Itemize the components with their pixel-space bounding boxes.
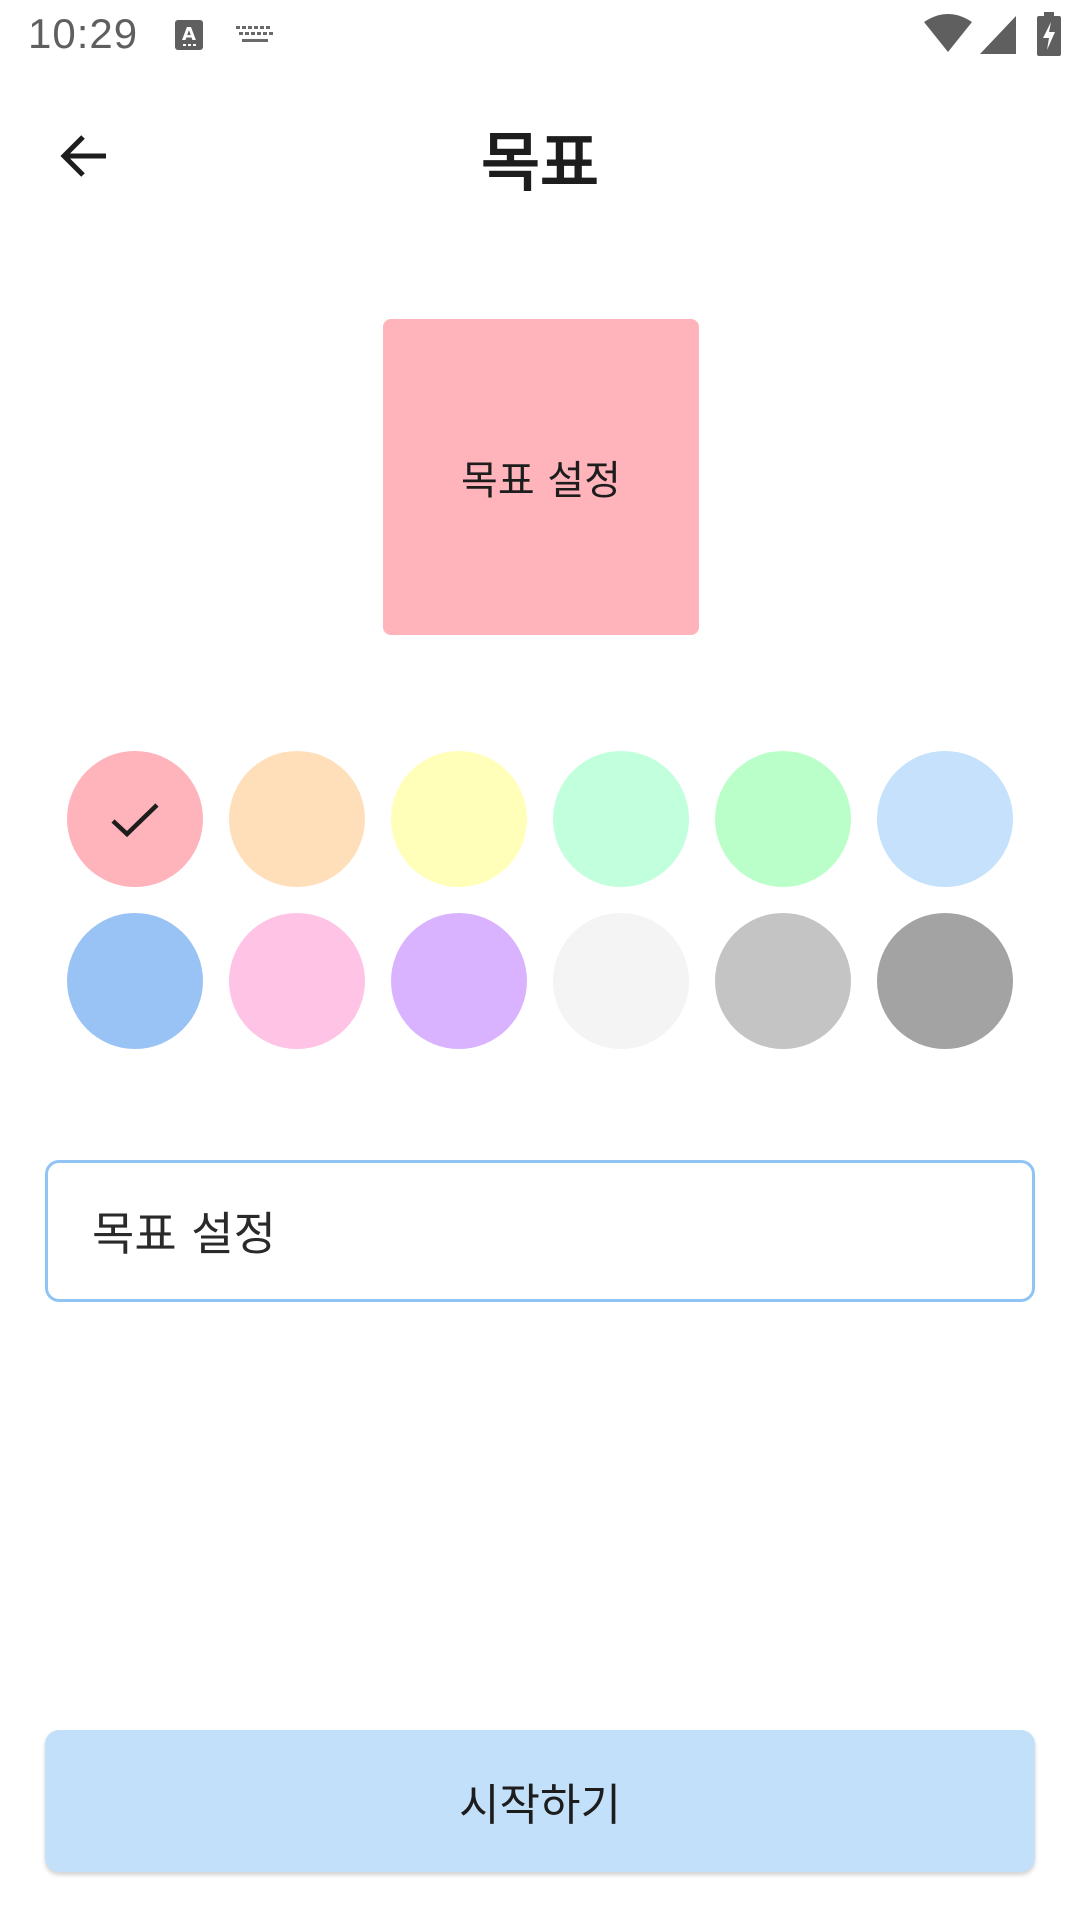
color-swatch[interactable]	[877, 751, 1013, 887]
svg-text:A: A	[182, 24, 196, 45]
color-swatch[interactable]	[715, 751, 851, 887]
start-button[interactable]: 시작하기	[45, 1730, 1035, 1872]
color-swatch[interactable]	[67, 751, 203, 887]
color-swatch[interactable]	[391, 913, 527, 1049]
color-swatch[interactable]	[553, 913, 689, 1049]
keyboard-icon	[236, 26, 273, 42]
goal-preview-card: 목표 설정	[383, 319, 699, 635]
check-icon	[111, 803, 159, 838]
cell-signal-icon	[980, 16, 1016, 54]
color-swatch[interactable]	[229, 913, 365, 1049]
page-title: 목표	[481, 127, 599, 201]
color-swatch[interactable]	[553, 751, 689, 887]
goal-preview-text: 목표 설정	[461, 458, 621, 504]
color-swatch[interactable]	[229, 751, 365, 887]
status-bar: 10:29 A	[0, 0, 1080, 72]
color-swatch[interactable]	[715, 913, 851, 1049]
battery-charging-icon	[1037, 12, 1061, 56]
wifi-icon	[924, 14, 972, 52]
goal-name-input[interactable]	[48, 1163, 1032, 1299]
color-swatch[interactable]	[391, 751, 527, 887]
start-button-label: 시작하기	[459, 1780, 621, 1831]
goal-screen: 10:29 A 목표 목표 설정 목표 설정 시작하기	[0, 0, 1080, 1920]
color-swatch[interactable]	[67, 913, 203, 1049]
status-time: 10:29	[28, 10, 139, 57]
a-input-icon: A	[175, 20, 203, 50]
color-swatch[interactable]	[877, 913, 1013, 1049]
color-palette	[0, 0, 1080, 1920]
goal-input-container	[45, 1160, 1035, 1302]
